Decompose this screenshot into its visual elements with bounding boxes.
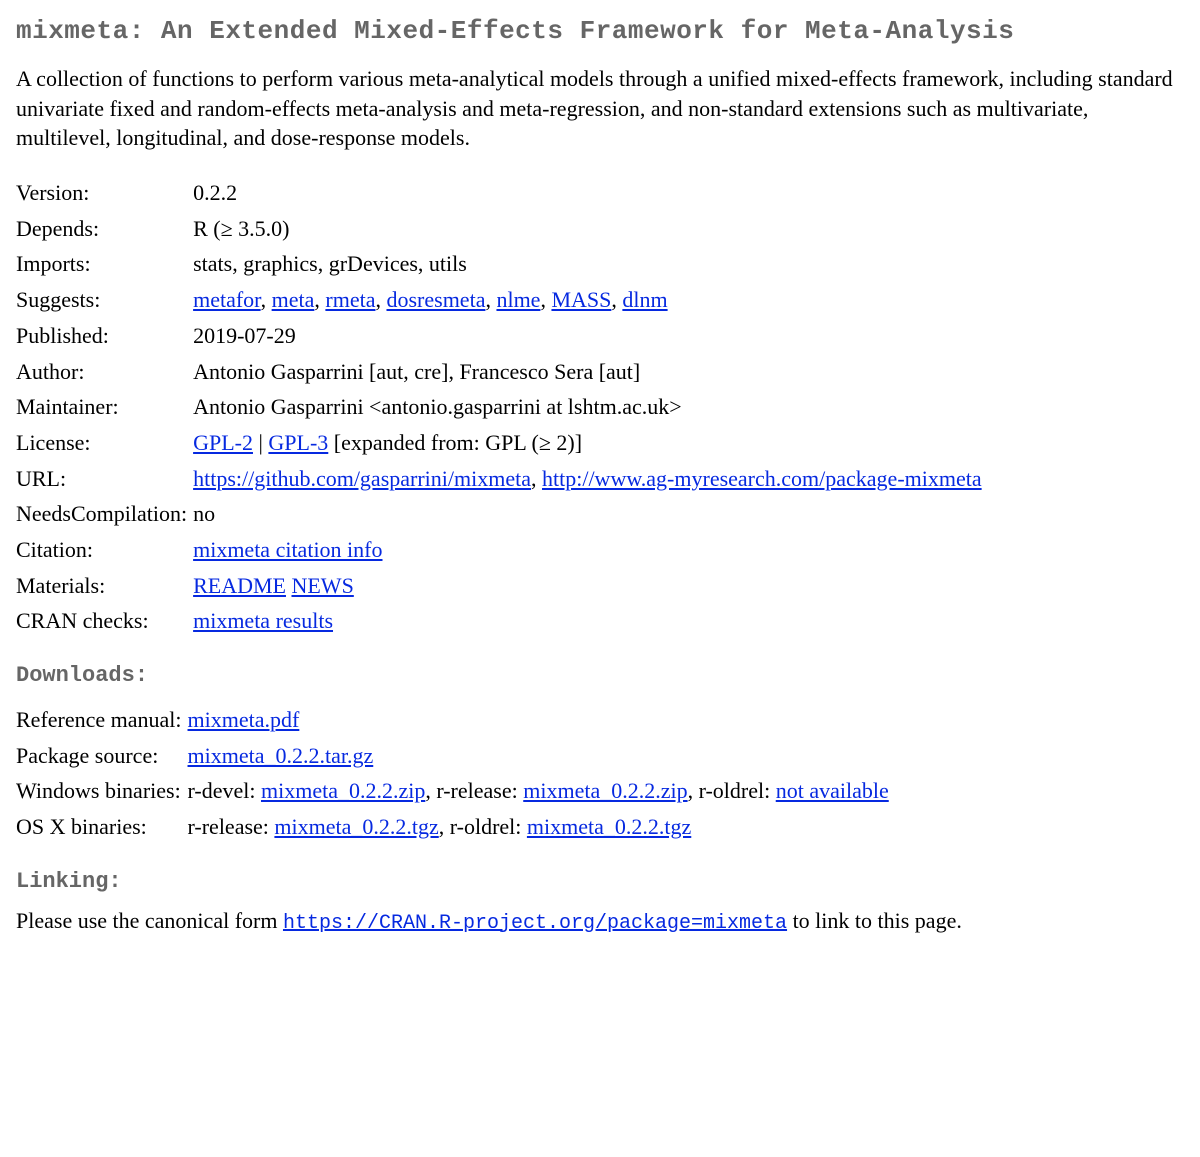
win-oldrel-link[interactable]: not available [776, 778, 889, 803]
osx-release-link[interactable]: mixmeta_0.2.2.tgz [274, 814, 438, 839]
suggests-link[interactable]: dlnm [622, 287, 667, 312]
value-depends: R (≥ 3.5.0) [193, 211, 986, 247]
label-needscompilation: NeedsCompilation: [16, 496, 193, 532]
label-depends: Depends: [16, 211, 193, 247]
suggests-link[interactable]: meta [272, 287, 315, 312]
label-license: License: [16, 425, 193, 461]
label-materials: Materials: [16, 568, 193, 604]
suggests-link[interactable]: nlme [496, 287, 540, 312]
citation-link[interactable]: mixmeta citation info [193, 537, 382, 562]
osx-oldrel-link[interactable]: mixmeta_0.2.2.tgz [527, 814, 691, 839]
table-row: Materials: README NEWS [16, 568, 986, 604]
source-link[interactable]: mixmeta_0.2.2.tar.gz [188, 743, 374, 768]
value-published: 2019-07-29 [193, 318, 986, 354]
table-row: CRAN checks: mixmeta results [16, 603, 986, 639]
table-row: URL: https://github.com/gasparrini/mixme… [16, 461, 986, 497]
label-citation: Citation: [16, 532, 193, 568]
table-row: Suggests: metafor, meta, rmeta, dosresme… [16, 282, 986, 318]
value-version: 0.2.2 [193, 175, 986, 211]
value-license: GPL-2 | GPL-3 [expanded from: GPL (≥ 2)] [193, 425, 986, 461]
value-url: https://github.com/gasparrini/mixmeta, h… [193, 461, 986, 497]
label-url: URL: [16, 461, 193, 497]
value-author: Antonio Gasparrini [aut, cre], Francesco… [193, 354, 986, 390]
table-row: OS X binaries: r-release: mixmeta_0.2.2.… [16, 809, 893, 845]
downloads-table: Reference manual: mixmeta.pdf Package so… [16, 702, 893, 845]
value-maintainer: Antonio Gasparrini <antonio.gasparrini a… [193, 389, 986, 425]
table-row: Citation: mixmeta citation info [16, 532, 986, 568]
table-row: NeedsCompilation: no [16, 496, 986, 532]
label-version: Version: [16, 175, 193, 211]
table-row: Maintainer: Antonio Gasparrini <antonio.… [16, 389, 986, 425]
value-refmanual: mixmeta.pdf [188, 702, 893, 738]
license-link[interactable]: GPL-2 [193, 430, 253, 455]
label-suggests: Suggests: [16, 282, 193, 318]
materials-link[interactable]: README [193, 573, 286, 598]
table-row: Depends: R (≥ 3.5.0) [16, 211, 986, 247]
table-row: Author: Antonio Gasparrini [aut, cre], F… [16, 354, 986, 390]
value-materials: README NEWS [193, 568, 986, 604]
table-row: Imports: stats, graphics, grDevices, uti… [16, 246, 986, 282]
table-row: Package source: mixmeta_0.2.2.tar.gz [16, 738, 893, 774]
canonical-link[interactable]: https://CRAN.R-project.org/package=mixme… [283, 912, 787, 935]
value-osxbinaries: r-release: mixmeta_0.2.2.tgz, r-oldrel: … [188, 809, 893, 845]
linking-heading: Linking: [16, 869, 1184, 894]
label-author: Author: [16, 354, 193, 390]
url-link[interactable]: http://www.ag-myresearch.com/package-mix… [542, 466, 982, 491]
table-row: Reference manual: mixmeta.pdf [16, 702, 893, 738]
table-row: License: GPL-2 | GPL-3 [expanded from: G… [16, 425, 986, 461]
page-title: mixmeta: An Extended Mixed-Effects Frame… [16, 16, 1184, 46]
label-osxbinaries: OS X binaries: [16, 809, 188, 845]
value-source: mixmeta_0.2.2.tar.gz [188, 738, 893, 774]
value-needscompilation: no [193, 496, 986, 532]
suggests-link[interactable]: MASS [551, 287, 611, 312]
label-imports: Imports: [16, 246, 193, 282]
win-devel-link[interactable]: mixmeta_0.2.2.zip [261, 778, 425, 803]
refmanual-link[interactable]: mixmeta.pdf [188, 707, 300, 732]
label-winbinaries: Windows binaries: [16, 773, 188, 809]
value-suggests: metafor, meta, rmeta, dosresmeta, nlme, … [193, 282, 986, 318]
materials-link[interactable]: NEWS [291, 573, 353, 598]
label-maintainer: Maintainer: [16, 389, 193, 425]
summary-table: Version: 0.2.2 Depends: R (≥ 3.5.0) Impo… [16, 175, 986, 639]
table-row: Published: 2019-07-29 [16, 318, 986, 354]
cranchecks-link[interactable]: mixmeta results [193, 608, 333, 633]
url-link[interactable]: https://github.com/gasparrini/mixmeta [193, 466, 531, 491]
win-release-link[interactable]: mixmeta_0.2.2.zip [523, 778, 687, 803]
license-link[interactable]: GPL-3 [268, 430, 328, 455]
downloads-heading: Downloads: [16, 663, 1184, 688]
linking-paragraph: Please use the canonical form https://CR… [16, 908, 1184, 935]
table-row: Windows binaries: r-devel: mixmeta_0.2.2… [16, 773, 893, 809]
label-refmanual: Reference manual: [16, 702, 188, 738]
value-winbinaries: r-devel: mixmeta_0.2.2.zip, r-release: m… [188, 773, 893, 809]
label-source: Package source: [16, 738, 188, 774]
suggests-link[interactable]: dosresmeta [386, 287, 485, 312]
suggests-link[interactable]: metafor [193, 287, 261, 312]
label-published: Published: [16, 318, 193, 354]
value-citation: mixmeta citation info [193, 532, 986, 568]
suggests-link[interactable]: rmeta [325, 287, 375, 312]
value-imports: stats, graphics, grDevices, utils [193, 246, 986, 282]
value-cranchecks: mixmeta results [193, 603, 986, 639]
package-description: A collection of functions to perform var… [16, 64, 1184, 153]
table-row: Version: 0.2.2 [16, 175, 986, 211]
label-cranchecks: CRAN checks: [16, 603, 193, 639]
